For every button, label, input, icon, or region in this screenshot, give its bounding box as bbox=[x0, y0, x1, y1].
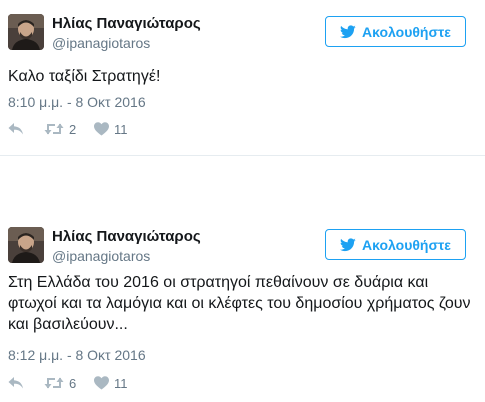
like-button[interactable]: 11 bbox=[94, 376, 128, 391]
avatar[interactable] bbox=[8, 227, 44, 263]
reply-icon bbox=[8, 377, 23, 389]
heart-icon bbox=[94, 376, 109, 390]
like-count: 11 bbox=[114, 375, 128, 391]
retweet-count: 6 bbox=[69, 375, 77, 391]
user-handle[interactable]: @ipanagiotaros bbox=[52, 247, 201, 265]
retweet-button[interactable]: 6 bbox=[44, 376, 94, 391]
display-name[interactable]: Ηλίας Παναγιώταρος bbox=[52, 228, 201, 246]
follow-button[interactable]: Ακολουθήστε bbox=[325, 229, 466, 260]
tweet-actions: 6 11 bbox=[8, 373, 128, 393]
author-names: Ηλίας Παναγιώταρος @ipanagiotaros bbox=[52, 228, 201, 265]
tweet-header: Ηλίας Παναγιώταρος @ipanagiotaros Ακολου… bbox=[0, 213, 485, 273]
follow-label: Ακολουθήστε bbox=[362, 236, 451, 253]
reply-button[interactable] bbox=[8, 376, 44, 390]
twitter-bird-icon bbox=[340, 237, 356, 251]
tweet-text: Στη Ελλάδα του 2016 οι στρατηγοί πεθαίνο… bbox=[8, 274, 471, 333]
retweet-icon bbox=[44, 377, 64, 389]
tweet-card: Ηλίας Παναγιώταρος @ipanagiotaros Ακολου… bbox=[0, 0, 485, 402]
tweet-timestamp[interactable]: 8:12 μ.μ. - 8 Οκτ 2016 bbox=[8, 346, 146, 364]
